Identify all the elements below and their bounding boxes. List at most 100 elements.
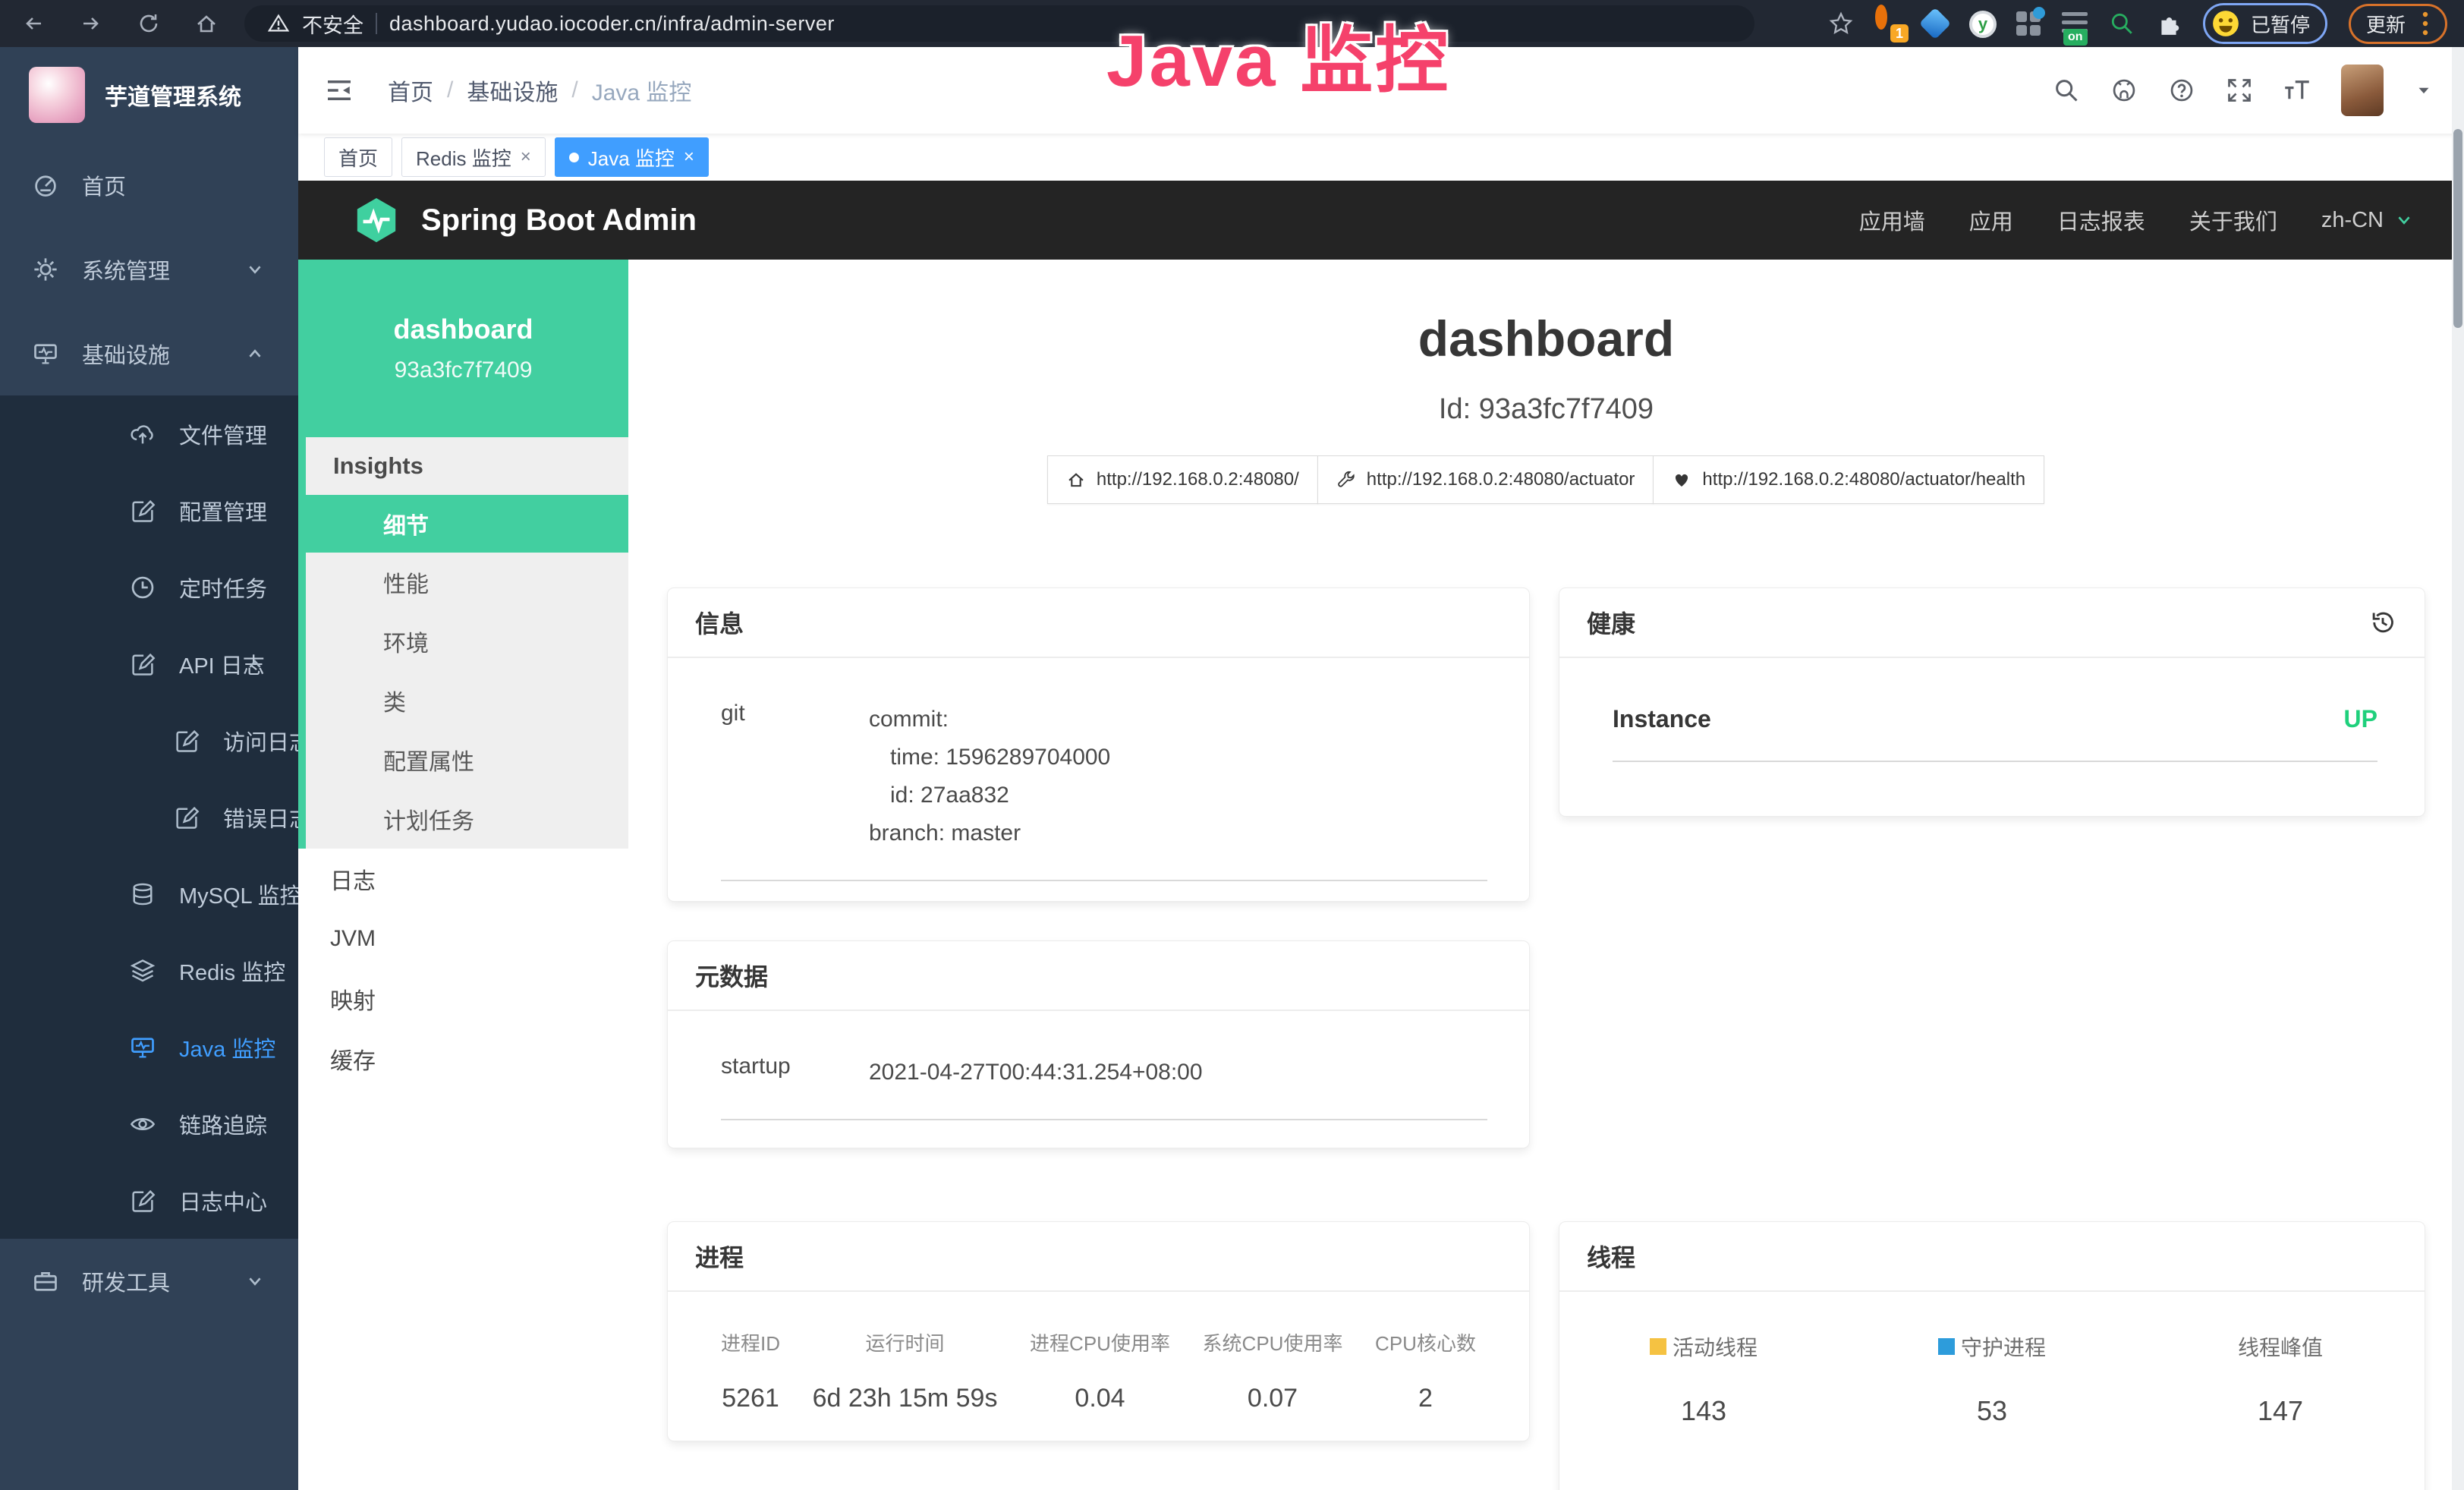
menu-item-metrics[interactable]: 性能	[306, 553, 628, 612]
extension-on-badge: on	[2063, 29, 2088, 46]
extension-grid-icon[interactable]	[2016, 11, 2041, 36]
bookmark-star-icon[interactable]	[1828, 11, 1854, 36]
menu-item-jvm[interactable]: JVM	[298, 909, 628, 969]
sidebar-item-redis[interactable]: Redis 监控	[0, 932, 298, 1009]
browser-home-icon[interactable]	[194, 11, 219, 36]
url-text[interactable]: dashboard.yudao.iocoder.cn/infra/admin-s…	[389, 12, 835, 36]
sidebar-item-infra[interactable]: 基础设施	[0, 311, 298, 395]
instance-detail-panel: dashboard Id: 93a3fc7f7409 http://192.16…	[628, 260, 2464, 1490]
daemon-threads-swatch	[1938, 1338, 1955, 1355]
menu-item-logs[interactable]: 日志	[298, 849, 628, 909]
sidebar-item-log-center[interactable]: 日志中心	[0, 1162, 298, 1239]
sba-nav-about[interactable]: 关于我们	[2189, 204, 2277, 236]
sidebar-item-mysql[interactable]: MySQL 监控	[0, 855, 298, 932]
not-secure-warning-icon[interactable]	[267, 12, 290, 35]
sidebar-item-error-log[interactable]: 错误日志	[0, 779, 298, 855]
app-logo	[29, 67, 85, 123]
search-icon[interactable]	[2053, 77, 2080, 104]
health-card-title: 健康	[1587, 605, 1635, 640]
info-value: commit: time: 1596289704000 id: 27aa832 …	[869, 701, 1110, 852]
tab-home[interactable]: 首页	[324, 137, 392, 177]
address-bar[interactable]: 不安全 dashboard.yudao.iocoder.cn/infra/adm…	[244, 5, 1754, 42]
browser-forward-icon[interactable]	[79, 11, 103, 36]
sidebar-item-config[interactable]: 配置管理	[0, 472, 298, 549]
menu-item-mappings[interactable]: 映射	[298, 969, 628, 1029]
actuator-url-button[interactable]: http://192.168.0.2:48080/actuator	[1317, 455, 1654, 504]
spring-boot-admin-logo[interactable]	[353, 197, 400, 244]
avatar-caret-icon[interactable]	[2414, 80, 2434, 100]
sidebar-logo-row[interactable]: 芋道管理系统	[0, 47, 298, 143]
breadcrumb-home[interactable]: 首页	[388, 74, 433, 107]
cpu-cores: CPU核心数 2	[1375, 1328, 1476, 1413]
sba-nav-applications[interactable]: 应用	[1969, 204, 2013, 236]
sba-locale-select[interactable]: zh-CN	[2321, 208, 2415, 233]
menu-item-caches[interactable]: 缓存	[298, 1029, 628, 1088]
sba-brand[interactable]: Spring Boot Admin	[421, 203, 697, 238]
tab-close-icon[interactable]: ×	[521, 146, 531, 168]
process-pid: 进程ID 5261	[721, 1328, 780, 1413]
extension-magnifier-icon[interactable]	[2109, 11, 2135, 36]
tab-redis-monitor[interactable]: Redis 监控 ×	[401, 137, 546, 177]
instance-name: dashboard	[393, 313, 533, 345]
browser-refresh-icon[interactable]	[137, 11, 161, 36]
extension-puzzle-icon[interactable]	[2156, 11, 2182, 36]
fullscreen-icon[interactable]	[2226, 77, 2253, 104]
menu-item-scheduled-tasks[interactable]: 计划任务	[306, 789, 628, 849]
daemon-threads-stat: 守护进程 53	[1848, 1331, 2136, 1427]
sidebar-item-file[interactable]: 文件管理	[0, 395, 298, 472]
sidebar-collapse-icon[interactable]	[324, 75, 354, 106]
chrome-menu-dots-icon[interactable]	[2421, 11, 2430, 36]
active-tab-dot	[569, 153, 579, 162]
sidebar-item-job[interactable]: 定时任务	[0, 549, 298, 625]
github-icon[interactable]	[2110, 77, 2138, 104]
layers-icon	[129, 957, 156, 984]
chevron-down-icon	[244, 1270, 266, 1293]
scrollbar-thumb[interactable]	[2453, 129, 2462, 328]
update-label: 更新	[2366, 10, 2406, 38]
chevron-down-icon	[2393, 209, 2415, 232]
log-edit-icon	[173, 804, 200, 831]
help-icon[interactable]	[2168, 77, 2195, 104]
font-size-icon[interactable]	[2283, 77, 2311, 104]
sidebar-item-dev-tools[interactable]: 研发工具	[0, 1239, 298, 1323]
sidebar-item-java-monitor[interactable]: Java 监控	[0, 1009, 298, 1085]
sidebar-item-trace[interactable]: 链路追踪	[0, 1085, 298, 1162]
sidebar-item-access-log[interactable]: 访问日志	[0, 702, 298, 779]
breadcrumb-section[interactable]: 基础设施	[467, 74, 558, 107]
user-avatar[interactable]	[2341, 65, 2384, 116]
sidebar-item-home[interactable]: 首页	[0, 143, 298, 227]
admin-sidebar: 芋道管理系统 首页 系统管理 基础设施 文件管理	[0, 47, 298, 1490]
menu-item-config-props[interactable]: 配置属性	[306, 730, 628, 789]
extension-gem-icon[interactable]	[1922, 11, 1948, 36]
service-url-button[interactable]: http://192.168.0.2:48080/	[1047, 455, 1318, 504]
metadata-key: startup	[721, 1054, 869, 1092]
menu-item-environment[interactable]: 环境	[306, 612, 628, 671]
root-menu-group: 日志 JVM 映射 缓存	[298, 849, 628, 1088]
cloud-upload-icon	[129, 421, 156, 448]
tab-close-icon[interactable]: ×	[684, 146, 694, 168]
extension-y-icon[interactable]: y	[1969, 11, 1995, 36]
home-icon	[1066, 470, 1086, 490]
sidebar-item-api-log[interactable]: API 日志	[0, 625, 298, 702]
infra-submenu: 文件管理 配置管理 定时任务 API 日志 访问日志	[0, 395, 298, 1239]
history-icon[interactable]	[2368, 608, 2397, 637]
profile-paused-chip[interactable]: 已暂停	[2203, 3, 2327, 44]
tag-tabs: 首页 Redis 监控 × Java 监控 ×	[298, 134, 2464, 181]
menu-item-classes[interactable]: 类	[306, 671, 628, 730]
extension-list-icon[interactable]: on	[2062, 12, 2088, 35]
chrome-update-button[interactable]: 更新	[2349, 4, 2447, 44]
extension-c-icon[interactable]: 1	[1875, 11, 1901, 36]
sba-nav-journal[interactable]: 日志报表	[2057, 204, 2145, 236]
sba-nav-wallboard[interactable]: 应用墙	[1859, 204, 1925, 236]
health-url-button[interactable]: http://192.168.0.2:48080/actuator/health	[1653, 455, 2044, 504]
tab-java-monitor[interactable]: Java 监控 ×	[555, 137, 709, 177]
insights-group: Insights 细节 性能 环境 类 配置属性 计划任务	[298, 437, 628, 849]
sidebar-item-system[interactable]: 系统管理	[0, 227, 298, 311]
page-scrollbar[interactable]	[2452, 47, 2464, 1490]
briefcase-icon	[32, 1268, 59, 1295]
log-edit-icon	[173, 727, 200, 754]
row-divider	[721, 880, 1487, 881]
instance-header[interactable]: dashboard 93a3fc7f7409	[298, 260, 628, 437]
browser-back-icon[interactable]	[21, 11, 46, 36]
menu-item-details[interactable]: 细节	[306, 495, 628, 553]
